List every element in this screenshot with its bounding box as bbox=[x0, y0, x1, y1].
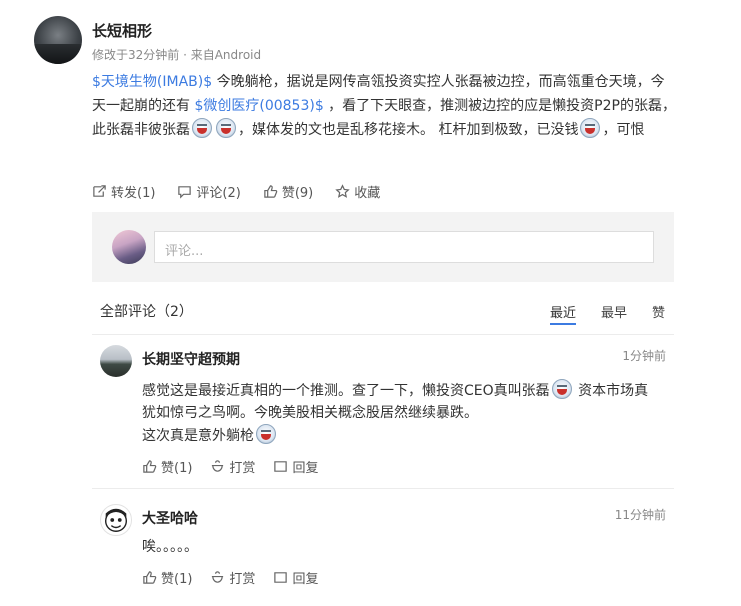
star-icon bbox=[335, 183, 350, 198]
comment-item: 长期坚守超预期 1分钟前 感觉这是最接近真相的一个推测。查了一下，懒投资CEO真… bbox=[100, 345, 666, 485]
commenter-name[interactable]: 长期坚守超预期 bbox=[142, 349, 240, 369]
thumbs-up-icon bbox=[143, 460, 157, 473]
divider bbox=[92, 488, 674, 489]
laugh-cry-emoji bbox=[216, 118, 236, 138]
thumbs-up-icon bbox=[264, 184, 278, 198]
comment-like-button[interactable]: 赞(1) bbox=[142, 457, 192, 476]
text-segment: ，媒体发的文也是乱移花接木。 杠杆加到极致，已没钱 bbox=[238, 122, 579, 138]
post-actions: 转发(1) 评论(2) 赞(9) 收藏 bbox=[92, 180, 402, 202]
thumbs-up-icon bbox=[143, 571, 157, 584]
commenter-name[interactable]: 大圣哈哈 bbox=[142, 508, 198, 528]
text-segment: ，可恨 bbox=[602, 122, 645, 138]
comment-input[interactable]: 评论... bbox=[154, 231, 654, 263]
text-segment: 唉。。。。。 bbox=[142, 539, 198, 555]
comment-reply-label: 回复 bbox=[292, 572, 319, 587]
cry-emoji bbox=[256, 424, 276, 444]
divider bbox=[92, 334, 674, 335]
stock-tag-link[interactable]: $微创医疗(00853)$ bbox=[194, 98, 323, 114]
current-user-avatar bbox=[112, 230, 146, 264]
reply-icon bbox=[274, 572, 288, 583]
stock-tag-link[interactable]: $天境生物(IMAB)$ bbox=[92, 74, 212, 90]
comment-reward-label: 打赏 bbox=[229, 572, 256, 587]
reward-icon bbox=[212, 571, 224, 583]
reply-icon bbox=[274, 461, 288, 472]
cry-emoji bbox=[192, 118, 212, 138]
comment-line: 唉。。。。。 bbox=[142, 536, 662, 558]
text-segment: 这次真是意外躺枪 bbox=[142, 428, 254, 444]
commenter-avatar[interactable] bbox=[100, 345, 132, 377]
comment-time: 11分钟前 bbox=[614, 508, 666, 522]
comment-item: 大圣哈哈 11分钟前 唉。。。。。 赞(1) 打赏 回复 bbox=[100, 504, 666, 594]
comment-reply-label: 回复 bbox=[292, 461, 319, 476]
commenter-avatar[interactable] bbox=[100, 504, 132, 536]
comments-title: 全部评论（2） bbox=[100, 304, 193, 320]
comment-line: 这次真是意外躺枪 bbox=[142, 424, 662, 447]
repost-label: 转发(1) bbox=[111, 185, 156, 201]
like-button[interactable]: 赞(9) bbox=[263, 180, 313, 202]
comment-reward-button[interactable]: 打赏 bbox=[210, 457, 255, 476]
comment-box: 评论... bbox=[92, 212, 674, 282]
sort-tab-likes[interactable]: 赞 bbox=[652, 302, 665, 325]
author-avatar[interactable] bbox=[34, 16, 82, 64]
favorite-button[interactable]: 收藏 bbox=[335, 180, 380, 202]
sort-tab-earliest[interactable]: 最早 bbox=[601, 302, 627, 325]
laugh-cry-emoji bbox=[551, 379, 572, 399]
repost-icon bbox=[93, 184, 106, 197]
comments-header: 全部评论（2） 最近 最早 赞 bbox=[100, 300, 665, 325]
post-body: $天境生物(IMAB)$ 今晚躺枪，据说是网传高瓴投资实控人张磊被边控，而高瓴重… bbox=[92, 70, 677, 142]
like-label: 赞(9) bbox=[281, 185, 314, 201]
repost-button[interactable]: 转发(1) bbox=[92, 180, 155, 202]
comment-text: 感觉这是最接近真相的一个推测。查了一下，懒投资CEO真叫张磊 资本市场真犹如惊弓… bbox=[142, 379, 662, 447]
favorite-label: 收藏 bbox=[354, 185, 381, 201]
text-segment: 感觉这是最接近真相的一个推测。查了一下，懒投资CEO真叫张磊 bbox=[142, 383, 550, 399]
cartoon-face-icon bbox=[104, 508, 128, 532]
comment-actions: 赞(1) 打赏 回复 bbox=[142, 457, 336, 476]
post-header: 长短相形 修改于32分钟前 · 来自Android bbox=[34, 16, 634, 66]
cry-emoji bbox=[580, 118, 601, 138]
comment-label: 评论(2) bbox=[196, 185, 241, 201]
comment-icon bbox=[178, 185, 192, 199]
comment-time: 1分钟前 bbox=[622, 349, 666, 363]
comment-sort-tabs: 最近 最早 赞 bbox=[525, 302, 665, 325]
comment-text: 唉。。。。。 bbox=[142, 536, 662, 558]
post-meta: 修改于32分钟前 · 来自Android bbox=[92, 48, 262, 62]
comment-like-label: 赞(1) bbox=[161, 461, 193, 476]
comment-like-label: 赞(1) bbox=[161, 572, 193, 587]
comment-reward-label: 打赏 bbox=[229, 461, 256, 476]
comment-button[interactable]: 评论(2) bbox=[177, 180, 241, 202]
sort-tab-latest[interactable]: 最近 bbox=[549, 302, 576, 325]
comment-reply-button[interactable]: 回复 bbox=[273, 457, 318, 476]
reward-icon bbox=[212, 460, 224, 472]
comment-line: 感觉这是最接近真相的一个推测。查了一下，懒投资CEO真叫张磊 资本市场真犹如惊弓… bbox=[142, 379, 662, 424]
comment-actions: 赞(1) 打赏 回复 bbox=[142, 568, 336, 587]
author-name[interactable]: 长短相形 bbox=[92, 20, 152, 41]
comment-reward-button[interactable]: 打赏 bbox=[210, 568, 255, 587]
comment-like-button[interactable]: 赞(1) bbox=[142, 568, 192, 587]
comment-reply-button[interactable]: 回复 bbox=[273, 568, 318, 587]
